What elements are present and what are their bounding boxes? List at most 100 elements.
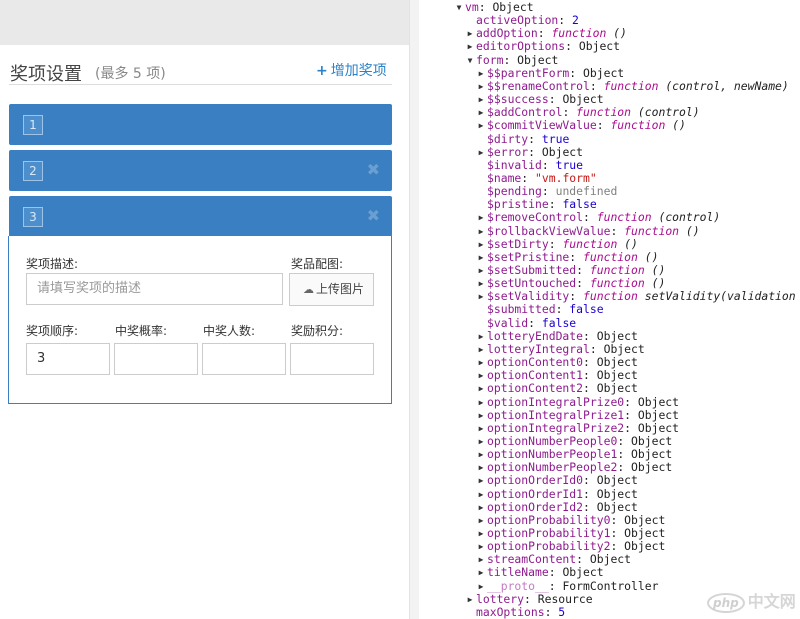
expand-right-icon[interactable]: ▶ — [476, 146, 486, 159]
tree-row[interactable]: ▶ $rollbackViewValue: function () — [419, 224, 800, 238]
expand-right-icon[interactable]: ▶ — [476, 330, 486, 343]
tree-row[interactable]: ▶ optionNumberPeople2: Object — [419, 461, 800, 474]
tree-key: optionNumberPeople0 — [487, 433, 618, 448]
expand-down-icon[interactable]: ▼ — [454, 1, 464, 14]
expand-right-icon[interactable]: ▶ — [476, 290, 486, 303]
tree-row[interactable]: ▶ $$success: Object — [419, 93, 800, 106]
expand-right-icon[interactable]: ▶ — [465, 40, 475, 53]
tree-sep: : — [503, 52, 518, 67]
expand-right-icon[interactable]: ▶ — [465, 593, 475, 606]
tree-sep: : — [596, 118, 611, 133]
tree-row[interactable]: ▶ optionNumberPeople1: Object — [419, 448, 800, 461]
tree-row[interactable]: ▶ $setDirty: function () — [419, 236, 800, 251]
expand-right-icon[interactable]: ▶ — [476, 225, 486, 238]
tree-row[interactable]: ▶ lotteryEndDate: Object — [419, 328, 800, 343]
tree-row[interactable]: ▶ $$parentForm: Object — [419, 66, 800, 80]
expand-right-icon[interactable]: ▶ — [476, 119, 486, 132]
tree-value: false — [569, 302, 604, 317]
people-input[interactable] — [202, 343, 286, 375]
expand-right-icon[interactable]: ▶ — [476, 474, 486, 487]
expand-right-icon[interactable]: ▶ — [476, 435, 486, 448]
tree-row[interactable]: ▶ $setValidity: function setValidity(vali… — [419, 290, 800, 303]
devtools-object-tree: ▼ vm: Object activeOption: 2 ▶ addOption: fu… — [419, 0, 800, 619]
tree-row[interactable]: ▶ optionProbability1: Object — [419, 527, 800, 540]
close-icon[interactable]: ✖ — [367, 206, 380, 225]
expand-right-icon[interactable]: ▶ — [476, 93, 486, 106]
tree-value: Object — [596, 328, 638, 343]
tree-row[interactable]: ▶ $setPristine: function () — [419, 250, 800, 264]
tree-row[interactable]: ▼ vm: Object — [419, 1, 800, 14]
expand-right-icon[interactable]: ▶ — [476, 343, 486, 356]
tree-row[interactable]: ▶ $setUntouched: function () — [419, 277, 800, 290]
tree-row[interactable]: ▶ optionContent0: Object — [419, 356, 800, 369]
tree-row[interactable]: ▶ $setSubmitted: function () — [419, 264, 800, 277]
expand-right-icon[interactable]: ▶ — [476, 580, 486, 593]
expand-right-icon[interactable]: ▶ — [476, 553, 486, 566]
tree-key: $setSubmitted — [487, 263, 577, 277]
expand-right-icon[interactable]: ▶ — [476, 238, 486, 251]
tree-sep: : — [528, 315, 542, 330]
expand-right-icon[interactable]: ▶ — [476, 422, 486, 435]
tree-row[interactable]: ▶ optionProbability0: Object — [419, 513, 800, 527]
tree-row[interactable]: ▶ lotteryIntegral: Object — [419, 342, 800, 356]
expand-right-icon[interactable]: ▶ — [476, 251, 486, 264]
tree-row[interactable]: ▶ $$renameControl: function (control, new… — [419, 79, 800, 93]
expand-right-icon[interactable]: ▶ — [465, 27, 475, 40]
expand-right-icon[interactable]: ▶ — [476, 461, 486, 474]
expand-right-icon[interactable]: ▶ — [476, 356, 486, 369]
add-prize-button[interactable]: + 增加奖项 — [316, 60, 387, 80]
tree-row[interactable]: ▼ form: Object — [419, 52, 800, 67]
expand-right-icon[interactable]: ▶ — [476, 501, 486, 514]
tree-row[interactable]: ▶ optionNumberPeople0: Object — [419, 433, 800, 448]
expand-right-icon[interactable]: ▶ — [476, 566, 486, 579]
prize-option-header-1[interactable]: 1 — [9, 104, 392, 145]
desc-input[interactable]: 请填写奖项的描述 — [26, 273, 283, 305]
tree-row[interactable]: ▶ $removeControl: function (control) — [419, 211, 800, 224]
expand-right-icon[interactable]: ▶ — [476, 409, 486, 422]
expand-right-icon[interactable]: ▶ — [476, 527, 486, 540]
close-icon[interactable]: ✖ — [367, 160, 380, 179]
expand-right-icon[interactable]: ▶ — [476, 264, 486, 277]
tree-row[interactable]: ▶ optionContent1: Object — [419, 369, 800, 382]
tree-args: () — [617, 236, 638, 251]
prize-option-header-2[interactable]: 2 ✖ — [9, 150, 392, 191]
tree-key: optionNumberPeople2 — [487, 460, 618, 475]
expand-right-icon[interactable]: ▶ — [476, 382, 486, 395]
expand-right-icon[interactable]: ▶ — [476, 488, 486, 501]
expand-right-icon[interactable]: ▶ — [476, 448, 486, 461]
expand-right-icon[interactable]: ▶ — [476, 80, 486, 93]
tree-value: 2 — [572, 13, 579, 28]
tree-row[interactable]: ▶ optionOrderId0: Object — [419, 474, 800, 487]
tree-row[interactable]: ▶ $commitViewValue: function () — [419, 119, 800, 132]
tree-row[interactable]: ▶ optionIntegralPrize0: Object — [419, 395, 800, 409]
prize-option-header-3[interactable]: 3 ✖ — [9, 196, 392, 237]
expand-right-icon[interactable]: ▶ — [476, 540, 486, 553]
tree-row[interactable]: ▶ optionIntegralPrize1: Object — [419, 408, 800, 422]
tree-row[interactable]: ▶ optionContent2: Object — [419, 382, 800, 395]
tree-row[interactable]: ▶ addOption: function () — [419, 27, 800, 40]
tree-row[interactable]: ▶ streamContent: Object — [419, 553, 800, 566]
tree-row[interactable]: ▶ $error: Object — [419, 145, 800, 159]
tree-args: () — [606, 26, 627, 41]
expand-right-icon[interactable]: ▶ — [476, 106, 486, 119]
tree-row[interactable]: ▶ titleName: Object — [419, 566, 800, 579]
expand-right-icon[interactable]: ▶ — [476, 67, 486, 80]
upload-image-button[interactable]: ☁ 上传图片 — [289, 273, 374, 306]
expand-right-icon[interactable]: ▶ — [476, 369, 486, 382]
order-input[interactable]: 3 — [26, 343, 110, 375]
panel-divider[interactable] — [409, 0, 419, 619]
tree-sep: : — [544, 604, 559, 619]
expand-right-icon[interactable]: ▶ — [476, 514, 486, 527]
expand-down-icon[interactable]: ▼ — [465, 54, 475, 67]
expand-right-icon[interactable]: ▶ — [476, 211, 486, 224]
probability-input[interactable] — [114, 343, 198, 375]
expand-right-icon[interactable]: ▶ — [476, 277, 486, 290]
tree-row[interactable]: ▶ optionOrderId2: Object — [419, 500, 800, 514]
tree-row[interactable]: ▶ $addControl: function (control) — [419, 106, 800, 119]
tree-row[interactable]: ▶ optionProbability2: Object — [419, 540, 800, 553]
tree-row[interactable]: ▶ optionOrderId1: Object — [419, 487, 800, 501]
points-input[interactable] — [290, 343, 374, 375]
tree-row[interactable]: ▶ optionIntegralPrize2: Object — [419, 421, 800, 435]
expand-right-icon[interactable]: ▶ — [476, 396, 486, 409]
tree-row[interactable]: ▶ editorOptions: Object — [419, 40, 800, 53]
